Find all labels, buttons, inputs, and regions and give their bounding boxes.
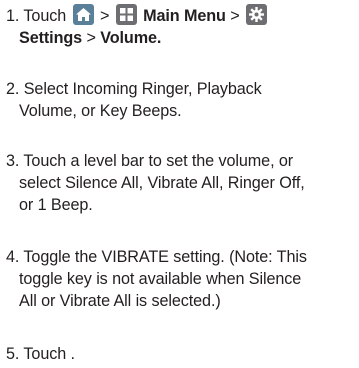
- step-1-settings: Settings: [19, 29, 83, 47]
- main-menu-grid-icon: [115, 4, 137, 25]
- step-3-line-2: select Silence All, Vibrate All, Ringer …: [19, 174, 305, 192]
- step-5-line-1: Touch .: [23, 345, 75, 363]
- step-2-line-1: Select Incoming Ringer, Playback: [23, 80, 262, 98]
- step-1-sep-3: >: [86, 29, 96, 47]
- step-1: 1. Touch > Main Menu > Settings > Volume…: [6, 4, 269, 49]
- step-2: 2. Select Incoming Ringer, Playback Volu…: [6, 78, 262, 122]
- home-icon: [72, 4, 94, 25]
- step-1-sep-2: >: [230, 7, 240, 25]
- step-1-main-menu: Main Menu: [143, 7, 226, 25]
- step-1-volume: Volume.: [100, 29, 162, 47]
- step-1-number: 1.: [6, 7, 20, 25]
- step-4-line-2: toggle key is not available when Silence: [19, 270, 302, 288]
- step-3: 3. Touch a level bar to set the volume, …: [6, 150, 305, 216]
- step-2-line-2: Volume, or Key Beeps.: [19, 102, 182, 120]
- step-4: 4. Toggle the VIBRATE setting. (Note: Th…: [6, 246, 307, 312]
- step-3-line-1: Touch a level bar to set the volume, or: [23, 152, 294, 170]
- step-5: 5. Touch .: [6, 343, 75, 365]
- step-4-number: 4.: [6, 248, 20, 266]
- step-1-sep-1: >: [99, 7, 110, 25]
- step-1-touch: Touch: [23, 7, 67, 25]
- step-2-number: 2.: [6, 80, 20, 98]
- step-3-line-3: or 1 Beep.: [19, 196, 93, 214]
- step-4-line-3: All or Vibrate All is selected.): [19, 292, 221, 310]
- step-5-number: 5.: [6, 345, 20, 363]
- step-4-line-1: Toggle the VIBRATE setting. (Note: This: [23, 248, 307, 266]
- settings-gear-icon: [246, 4, 268, 25]
- step-3-number: 3.: [6, 152, 20, 170]
